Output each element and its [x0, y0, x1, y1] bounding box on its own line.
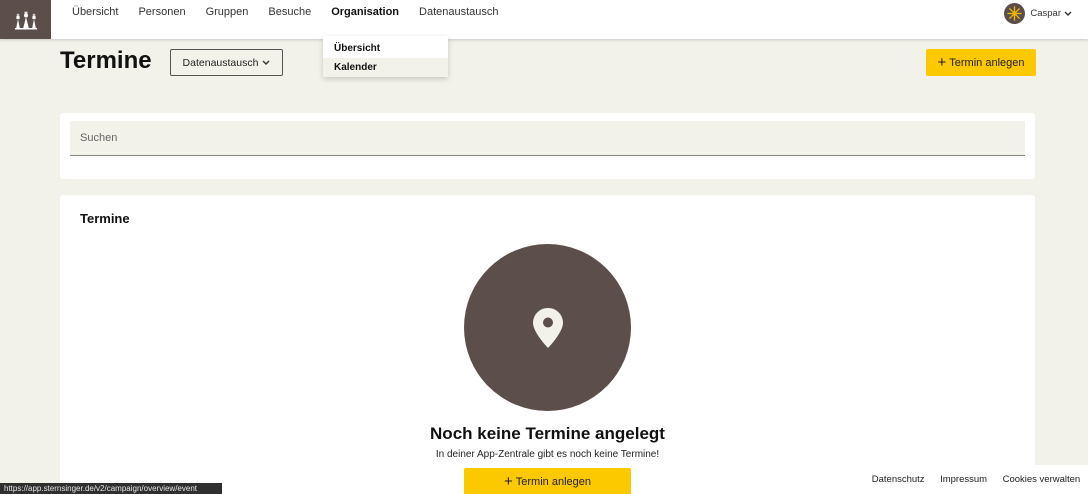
footer-link-impressum[interactable]: Impressum [940, 474, 987, 485]
add-termin-button-label: Termin anlegen [949, 56, 1025, 69]
sun-star-icon [1007, 6, 1023, 21]
main-nav: Übersicht Personen Gruppen Besuche Organ… [62, 0, 509, 24]
organisation-dropdown-menu: Übersicht Kalender [323, 36, 448, 77]
filter-select-label: Datenaustausch [182, 56, 259, 69]
nav-item-gruppen[interactable]: Gruppen [206, 6, 249, 18]
add-termin-button[interactable]: + Termin anlegen [926, 49, 1036, 76]
add-termin-empty-button-label: Termin anlegen [515, 475, 591, 488]
footer-links: Datenschutz Impressum Cookies verwalten [864, 465, 1088, 494]
nav-item-besuche[interactable]: Besuche [268, 6, 311, 18]
empty-state-text: In deiner App-Zentrale gibt es noch kein… [435, 449, 660, 460]
empty-state-title: Noch keine Termine angelegt [430, 424, 665, 443]
search-card [60, 113, 1035, 179]
filter-select-button[interactable]: Datenaustausch [170, 49, 283, 76]
termine-list-card: Termine Noch keine Termine angelegt In d… [60, 195, 1035, 494]
plus-icon: + [504, 473, 513, 490]
plus-icon: + [937, 54, 947, 71]
avatar[interactable] [1004, 3, 1026, 24]
card-title: Termine [80, 211, 130, 226]
dropdown-item-kalender[interactable]: Kalender [323, 58, 448, 77]
top-navigation-bar: Übersicht Personen Gruppen Besuche Organ… [0, 0, 1088, 39]
empty-state-illustration [464, 244, 631, 411]
footer-link-datenschutz[interactable]: Datenschutz [872, 474, 925, 485]
map-pin-icon [532, 307, 563, 348]
add-termin-empty-button[interactable]: + Termin anlegen [464, 468, 631, 494]
browser-status-url: https://app.sternsinger.de/v2/campaign/o… [0, 483, 222, 494]
chevron-down-icon [262, 60, 270, 66]
app-logo[interactable] [0, 0, 51, 39]
chevron-down-icon[interactable] [1064, 11, 1072, 17]
nav-item-uebersicht[interactable]: Übersicht [72, 6, 118, 18]
footer-link-cookies[interactable]: Cookies verwalten [1003, 474, 1081, 485]
page-title: Termine [60, 47, 152, 74]
nav-item-organisation[interactable]: Organisation [331, 6, 399, 18]
nav-item-personen[interactable]: Personen [138, 6, 185, 18]
user-name[interactable]: Caspar [1030, 8, 1061, 19]
three-kings-logo-icon [14, 10, 37, 29]
search-input[interactable] [70, 121, 1025, 156]
user-menu[interactable]: Caspar [1004, 3, 1072, 24]
dropdown-item-uebersicht[interactable]: Übersicht [323, 39, 448, 58]
nav-item-datenaustausch[interactable]: Datenaustausch [419, 6, 499, 18]
